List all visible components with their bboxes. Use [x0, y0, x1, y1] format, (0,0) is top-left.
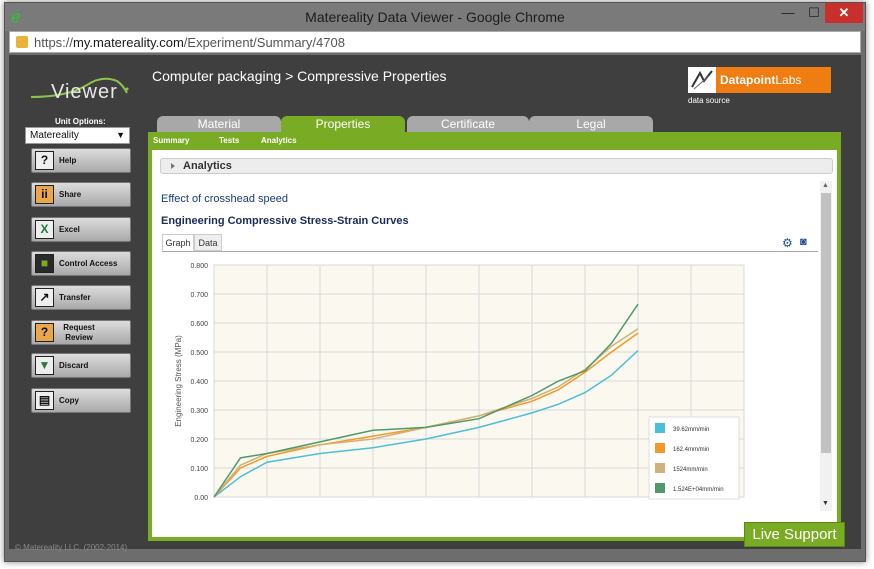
copy-icon: ▤ [35, 391, 54, 410]
copy-button[interactable]: ▤ Copy [31, 388, 131, 413]
legend-label-2: 162.4mm/min [673, 447, 709, 453]
datapointlabs-logo[interactable]: DatapointLabs [688, 67, 831, 93]
legend-swatch-1 [655, 423, 665, 433]
tab-material[interactable]: Material [157, 116, 281, 132]
caret-right-icon [171, 163, 175, 169]
content-panel: Analytics Effect of crosshead speed Engi… [148, 150, 841, 541]
window-title: Matereality Data Viewer - Google Chrome [305, 9, 565, 25]
tab-certificate[interactable]: Certificate [407, 116, 529, 132]
y-tick-label: 0.00 [194, 495, 208, 502]
excel-icon: X [35, 220, 54, 239]
y-tick-label: 0.600 [190, 321, 208, 328]
excel-button[interactable]: X Excel [31, 217, 131, 242]
browser-window: ℯ Matereality Data Viewer - Google Chrom… [4, 2, 866, 562]
tab-data[interactable]: Data [194, 234, 222, 251]
subnav-tests[interactable]: Tests [219, 136, 239, 145]
url-text[interactable]: https://my.matereality.com/Experiment/Su… [34, 35, 345, 50]
y-tick-label: 0.200 [190, 437, 208, 444]
help-icon: ? [35, 151, 54, 170]
provider-name-bold: Datapoint [720, 73, 776, 87]
discard-button[interactable]: ▼ Discard [31, 353, 131, 378]
y-tick-label: 0.400 [190, 379, 208, 386]
stress-strain-chart: 0.00 0.100 0.200 0.300 0.400 0.500 0.600 0.700 0… [174, 263, 745, 502]
tab-graph[interactable]: Graph [162, 234, 194, 251]
y-tick-label: 0.700 [190, 292, 208, 299]
unit-options-label: Unit Options: [55, 117, 106, 126]
legend-label-4: 1.524E+04mm/min [673, 487, 724, 493]
maximize-button[interactable]: ☐ [801, 3, 827, 23]
copyright: © Matereality LLC. (2002-2014) [15, 543, 128, 552]
tab-legal[interactable]: Legal [529, 116, 653, 132]
y-tick-label: 0.300 [190, 408, 208, 415]
legend-swatch-2 [655, 443, 665, 453]
scroll-up-icon[interactable]: ▲ [822, 182, 829, 189]
scroll-thumb[interactable] [821, 193, 831, 453]
live-support-button[interactable]: Live Support [744, 522, 845, 547]
datapointlabs-mark-icon [688, 67, 716, 93]
share-button[interactable]: ii Share [31, 182, 131, 207]
subnav-summary[interactable]: Summary [153, 136, 189, 145]
chevron-down-icon: ▼ [116, 130, 125, 140]
y-tick-label: 0.800 [190, 263, 208, 270]
help-button[interactable]: ? Help [31, 148, 131, 173]
tab-properties[interactable]: Properties [281, 116, 405, 132]
close-button[interactable]: ✕ [825, 3, 863, 23]
legend-swatch-4 [655, 483, 665, 493]
title-bar: ℯ Matereality Data Viewer - Google Chrom… [5, 3, 865, 31]
unit-options-select[interactable]: Matereality ▼ [25, 127, 130, 144]
breadcrumb: Computer packaging > Compressive Propert… [152, 68, 447, 84]
subnav-analytics[interactable]: Analytics [261, 136, 297, 145]
legend-label-3: 1524mm/min [673, 467, 708, 473]
y-tick-label: 0.500 [190, 350, 208, 357]
chart-heading: Engineering Compressive Stress-Strain Cu… [161, 215, 409, 227]
y-axis-label: Engineering Stress (MPa) [174, 335, 183, 427]
data-source-caption: data source [688, 96, 730, 105]
request-review-button[interactable]: ? Request Review [31, 320, 131, 345]
provider-name-rest: Labs [775, 73, 802, 87]
analytics-section-header[interactable]: Analytics [160, 158, 833, 174]
sub-navigation: Summary Tests Analytics [148, 132, 841, 150]
legend-swatch-3 [655, 463, 665, 473]
scroll-down-icon[interactable]: ▼ [822, 500, 829, 507]
transfer-icon: ↗ [35, 288, 54, 307]
content-scrollbar[interactable]: ▲ ▼ [820, 181, 832, 511]
lock-icon [16, 36, 28, 48]
trash-icon: ▼ [35, 356, 54, 375]
camera-icon[interactable]: ◙ [800, 236, 807, 248]
app-area: Viewer Computer packaging > Compressive … [9, 55, 861, 552]
gear-icon[interactable]: ⚙ [782, 236, 793, 250]
control-access-button[interactable]: ■ Control Access [31, 251, 131, 276]
transfer-button[interactable]: ↗ Transfer [31, 285, 131, 310]
lock-icon: ■ [35, 254, 54, 273]
y-tick-label: 0.100 [190, 466, 208, 473]
legend-label-1: 39.62mm/min [673, 427, 709, 433]
review-icon: ? [35, 323, 54, 342]
viewer-logo-text: Viewer [51, 81, 118, 103]
address-bar[interactable]: https://my.matereality.com/Experiment/Su… [9, 31, 861, 53]
effect-title: Effect of crosshead speed [161, 193, 288, 205]
share-icon: ii [35, 185, 54, 204]
minimize-button[interactable]: — [775, 3, 801, 23]
